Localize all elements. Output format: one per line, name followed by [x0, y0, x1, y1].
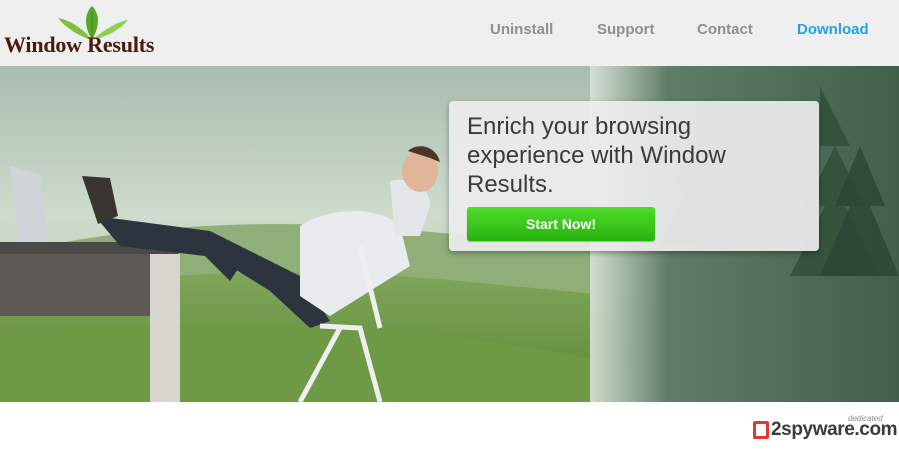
- 2spyware-watermark: 2spyware.com dedicated: [745, 414, 898, 446]
- nav-uninstall[interactable]: Uninstall: [490, 21, 553, 38]
- nav-download[interactable]: Download: [797, 21, 869, 38]
- 2-badge-icon: [753, 421, 769, 439]
- brand-name: Window Results: [4, 32, 155, 57]
- nav-contact[interactable]: Contact: [697, 21, 753, 38]
- start-now-button[interactable]: Start Now!: [467, 207, 655, 241]
- brand-logo[interactable]: Window Results: [4, 6, 174, 62]
- nav-support-link[interactable]: Support: [597, 21, 655, 38]
- nav-contact-link[interactable]: Contact: [697, 21, 753, 38]
- nav-support[interactable]: Support: [597, 21, 655, 38]
- watermark-tag: dedicated: [848, 414, 883, 423]
- nav-download-link[interactable]: Download: [797, 21, 869, 38]
- promo-headline: Enrich your browsing experience with Win…: [467, 113, 726, 198]
- hero-banner: Enrich your browsing experience with Win…: [0, 66, 899, 402]
- nav-uninstall-link[interactable]: Uninstall: [490, 21, 553, 38]
- promo-box: Enrich your browsing experience with Win…: [449, 101, 819, 251]
- site-header: Window Results Uninstall Support Contact…: [0, 0, 899, 66]
